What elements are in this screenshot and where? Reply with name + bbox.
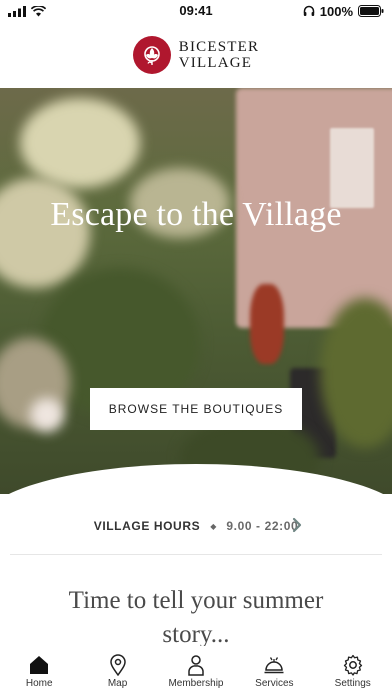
hero-figure bbox=[250, 284, 284, 364]
divider bbox=[10, 554, 382, 555]
hours-label: VILLAGE HOURS bbox=[93, 519, 201, 533]
tab-membership[interactable]: Membership bbox=[157, 654, 235, 689]
hours-value: 9.00 - 22:00 bbox=[226, 519, 299, 533]
logo-line-1: BICESTER bbox=[178, 39, 260, 55]
hero-flowers bbox=[20, 98, 140, 188]
tab-settings[interactable]: Settings bbox=[314, 654, 392, 689]
status-bar: 09:41 100% bbox=[0, 0, 392, 22]
home-icon bbox=[30, 656, 49, 674]
tab-map[interactable]: Map bbox=[79, 654, 157, 689]
map-pin-icon bbox=[109, 654, 126, 676]
chevron-right-icon[interactable] bbox=[290, 516, 304, 534]
tab-label-settings: Settings bbox=[334, 678, 371, 689]
logo-line-2: VILLAGE bbox=[178, 55, 253, 71]
tab-home[interactable]: Home bbox=[0, 654, 78, 689]
person-icon bbox=[188, 655, 204, 676]
tab-label-membership: Membership bbox=[168, 678, 224, 689]
tab-label-home: Home bbox=[25, 678, 53, 689]
tab-label-map: Map bbox=[107, 678, 128, 689]
app-header: BICESTER VILLAGE bbox=[0, 22, 392, 88]
tab-bar: Home Map Membership Services Settings bbox=[0, 646, 392, 696]
tab-label-services: Services bbox=[255, 678, 294, 689]
status-right: 100% bbox=[303, 4, 384, 19]
headphones-icon bbox=[303, 5, 314, 16]
story-heading: Time to tell your summer story... bbox=[68, 587, 324, 648]
wifi-icon bbox=[31, 5, 46, 16]
status-time: 09:41 bbox=[179, 3, 213, 18]
battery-percent: 100% bbox=[319, 3, 353, 19]
browse-boutiques-button[interactable]: BROWSE THE BOUTIQUES bbox=[90, 388, 302, 430]
village-hours-row[interactable]: VILLAGE HOURS ◆ 9.00 - 22:00 bbox=[0, 506, 392, 546]
hero-banner: Escape to the Village BROWSE THE BOUTIQU… bbox=[0, 88, 392, 494]
concierge-bell-icon bbox=[264, 657, 284, 674]
gear-icon bbox=[343, 654, 362, 676]
logo-wordmark: BICESTER VILLAGE bbox=[179, 39, 259, 71]
hero-flowers bbox=[30, 398, 64, 432]
hero-title: Escape to the Village bbox=[50, 196, 342, 233]
status-left bbox=[8, 5, 46, 17]
rose-logo-icon bbox=[132, 36, 171, 74]
tab-services[interactable]: Services bbox=[235, 654, 313, 689]
battery-icon bbox=[358, 5, 384, 17]
signal-icon bbox=[8, 5, 26, 17]
hours-separator: ◆ bbox=[210, 521, 217, 531]
